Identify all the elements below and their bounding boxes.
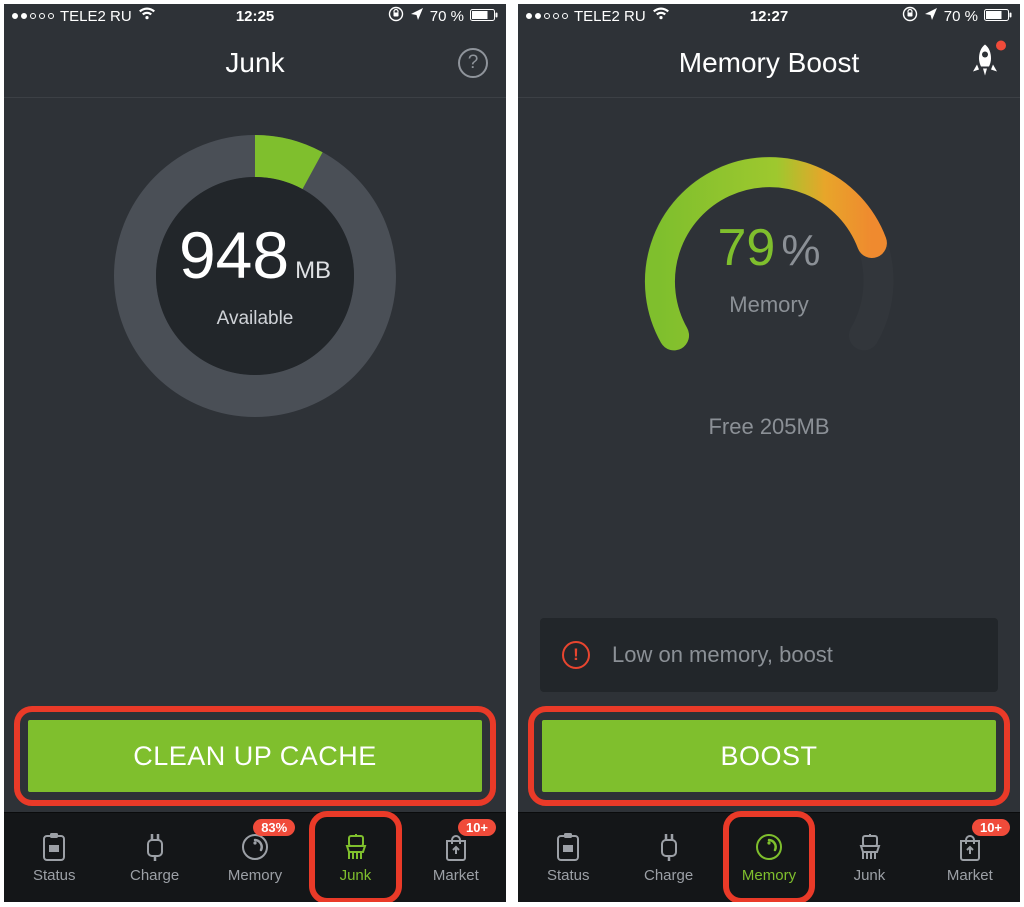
phone-junk: TELE2 RU 12:25 70 % Junk ? [4, 4, 506, 902]
orientation-lock-icon [902, 6, 918, 26]
signal-dots-icon [526, 13, 568, 19]
cta-highlight: BOOST [528, 706, 1010, 806]
tab-charge[interactable]: Charge [618, 813, 718, 902]
junk-dial: 948MB Available [105, 126, 405, 426]
orientation-lock-icon [388, 6, 404, 26]
junk-icon [339, 831, 371, 863]
main-memory: 79 % Memory Free 205MB ! Low on memory, … [518, 98, 1020, 812]
tab-label: Charge [130, 867, 179, 884]
memory-gauge: 79 % Memory [619, 128, 919, 388]
tab-label: Status [33, 867, 76, 884]
warning-icon: ! [562, 641, 590, 669]
tabbar: Status Charge 83% Memory Junk 10+ [4, 812, 506, 902]
tab-status[interactable]: Status [518, 813, 618, 902]
memory-free-text: Free 205MB [708, 414, 829, 440]
tab-label: Status [547, 867, 590, 884]
battery-icon [984, 8, 1012, 25]
tab-label: Market [433, 867, 479, 884]
carrier-label: TELE2 RU [60, 8, 132, 25]
rocket-button[interactable] [968, 42, 1002, 83]
warning-banner: ! Low on memory, boost [540, 618, 998, 692]
header: Junk ? [4, 28, 506, 98]
tab-label: Memory [742, 867, 796, 884]
signal-dots-icon [12, 13, 54, 19]
junk-available-label: Available [217, 308, 294, 330]
location-icon [410, 7, 424, 25]
battery-pct: 70 % [430, 8, 464, 25]
clean-up-cache-button[interactable]: CLEAN UP CACHE [28, 720, 482, 792]
tab-badge: 83% [253, 819, 295, 836]
junk-unit: MB [295, 257, 331, 284]
status-icon [38, 831, 70, 863]
memory-pct-sign: % [781, 226, 820, 276]
tab-market[interactable]: 10+ Market [406, 813, 506, 902]
header: Memory Boost [518, 28, 1020, 98]
tab-badge: 10+ [972, 819, 1010, 836]
carrier-label: TELE2 RU [574, 8, 646, 25]
tab-market[interactable]: 10+ Market [920, 813, 1020, 902]
junk-value: 948 [179, 218, 289, 292]
charge-icon [139, 831, 171, 863]
memory-icon [753, 831, 785, 863]
page-title: Junk [225, 47, 284, 79]
tabbar: Status Charge Memory Junk 10+ M [518, 812, 1020, 902]
phone-memory: TELE2 RU 12:27 70 % Memory Boost [518, 4, 1020, 902]
tab-memory[interactable]: 83% Memory [205, 813, 305, 902]
tab-badge: 10+ [458, 819, 496, 836]
tab-label: Market [947, 867, 993, 884]
tab-label: Memory [228, 867, 282, 884]
location-icon [924, 7, 938, 25]
statusbar: TELE2 RU 12:25 70 % [4, 4, 506, 28]
boost-button[interactable]: BOOST [542, 720, 996, 792]
page-title: Memory Boost [679, 47, 860, 79]
help-icon[interactable]: ? [458, 48, 488, 78]
tab-junk[interactable]: Junk [819, 813, 919, 902]
statusbar: TELE2 RU 12:27 70 % [518, 4, 1020, 28]
battery-icon [470, 8, 498, 25]
tab-label: Junk [340, 867, 372, 884]
tab-charge[interactable]: Charge [104, 813, 204, 902]
battery-pct: 70 % [944, 8, 978, 25]
charge-icon [653, 831, 685, 863]
tab-junk[interactable]: Junk [305, 813, 405, 902]
statusbar-time: 12:27 [750, 8, 788, 25]
memory-pct-value: 79 [718, 218, 776, 278]
warning-text: Low on memory, boost [612, 642, 833, 668]
cta-highlight: CLEAN UP CACHE [14, 706, 496, 806]
status-icon [552, 831, 584, 863]
main-junk: 948MB Available CLEAN UP CACHE [4, 98, 506, 812]
tab-status[interactable]: Status [4, 813, 104, 902]
junk-icon [853, 831, 885, 863]
wifi-icon [138, 7, 156, 25]
notification-dot-icon [996, 40, 1006, 50]
tab-label: Charge [644, 867, 693, 884]
tab-memory[interactable]: Memory [719, 813, 819, 902]
tab-label: Junk [854, 867, 886, 884]
wifi-icon [652, 7, 670, 25]
statusbar-time: 12:25 [236, 8, 274, 25]
memory-label: Memory [729, 292, 808, 318]
